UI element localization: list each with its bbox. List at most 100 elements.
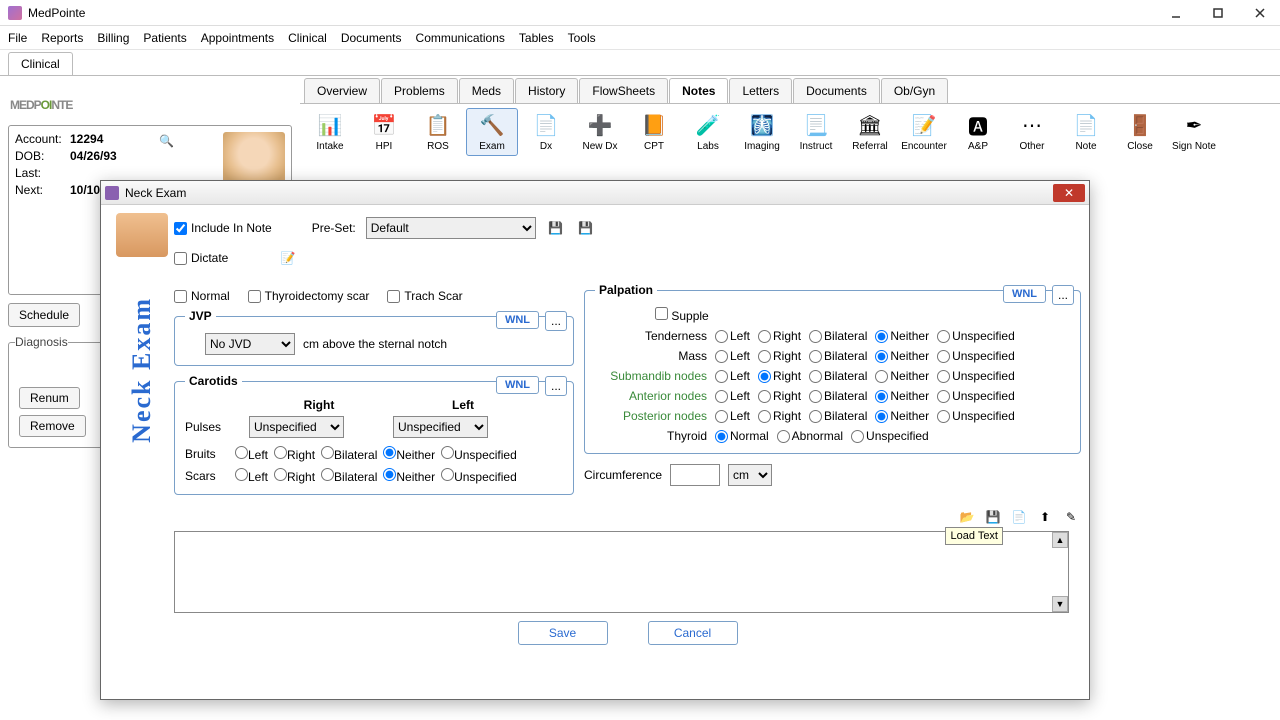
bruits-bilateral[interactable]: Bilateral — [321, 446, 377, 462]
palp-0-left[interactable]: Left — [715, 329, 750, 343]
circumference-input[interactable] — [670, 464, 720, 486]
toolbar-exam[interactable]: 🔨Exam — [466, 108, 518, 156]
include-in-note[interactable]: Include In Note — [174, 221, 272, 235]
remove-button[interactable]: Remove — [19, 415, 86, 437]
scroll-down[interactable]: ▼ — [1052, 596, 1068, 612]
cancel-button[interactable]: Cancel — [648, 621, 738, 645]
schedule-button[interactable]: Schedule — [8, 303, 80, 327]
menu-reports[interactable]: Reports — [41, 31, 83, 45]
toolbar-other[interactable]: ⋯Other — [1006, 108, 1058, 156]
palp-4-left[interactable]: Left — [715, 409, 750, 423]
toolbar-close[interactable]: 🚪Close — [1114, 108, 1166, 156]
palp-4-neither[interactable]: Neither — [875, 409, 929, 423]
new-text-icon[interactable]: 📄 — [1009, 507, 1029, 527]
insert-icon[interactable]: ⬆ — [1035, 507, 1055, 527]
pulses-right-select[interactable]: Unspecified — [249, 416, 344, 438]
bruits-neither[interactable]: Neither — [383, 446, 435, 462]
toolbar-ros[interactable]: 📋ROS — [412, 108, 464, 156]
palpation-dots-button[interactable]: ... — [1052, 285, 1074, 305]
palp-0-bilateral[interactable]: Bilateral — [809, 329, 867, 343]
carotids-wnl-button[interactable]: WNL — [496, 376, 539, 394]
menu-clinical[interactable]: Clinical — [288, 31, 327, 45]
palp-4-bilateral[interactable]: Bilateral — [809, 409, 867, 423]
palp-2-unspecified[interactable]: Unspecified — [937, 369, 1015, 383]
scars-unspecified[interactable]: Unspecified — [441, 468, 517, 484]
renum-button[interactable]: Renum — [19, 387, 80, 409]
scroll-up[interactable]: ▲ — [1052, 532, 1068, 548]
dialog-close[interactable]: ✕ — [1053, 184, 1085, 202]
palp-1-right[interactable]: Right — [758, 349, 801, 363]
edit-icon[interactable]: ✎ — [1061, 507, 1081, 527]
palp-4-unspecified[interactable]: Unspecified — [937, 409, 1015, 423]
menu-tables[interactable]: Tables — [519, 31, 554, 45]
toolbar-dx[interactable]: 📄Dx — [520, 108, 572, 156]
tab-problems[interactable]: Problems — [381, 78, 458, 103]
palp-1-neither[interactable]: Neither — [875, 349, 929, 363]
toolbar-instruct[interactable]: 📃Instruct — [790, 108, 842, 156]
tab-ob/gyn[interactable]: Ob/Gyn — [881, 78, 948, 103]
save-preset-icon[interactable]: 💾 — [546, 218, 566, 238]
palp-3-bilateral[interactable]: Bilateral — [809, 389, 867, 403]
menu-appointments[interactable]: Appointments — [201, 31, 274, 45]
window-maximize[interactable] — [1206, 4, 1230, 22]
toolbar-encounter[interactable]: 📝Encounter — [898, 108, 950, 156]
carotids-dots-button[interactable]: ... — [545, 376, 567, 396]
tab-letters[interactable]: Letters — [729, 78, 792, 103]
palp-1-unspecified[interactable]: Unspecified — [937, 349, 1015, 363]
pulses-left-select[interactable]: Unspecified — [393, 416, 488, 438]
menu-billing[interactable]: Billing — [97, 31, 129, 45]
toolbar-cpt[interactable]: 📙CPT — [628, 108, 680, 156]
thyroid-normal[interactable]: Normal — [715, 429, 769, 443]
thyroid-unspecified[interactable]: Unspecified — [851, 429, 929, 443]
bruits-left[interactable]: Left — [235, 446, 268, 462]
toolbar-note[interactable]: 📄Note — [1060, 108, 1112, 156]
tab-flowsheets[interactable]: FlowSheets — [579, 78, 668, 103]
jvp-wnl-button[interactable]: WNL — [496, 311, 539, 329]
normal-checkbox[interactable]: Normal — [174, 289, 230, 303]
preset-select[interactable]: Default — [366, 217, 536, 239]
palp-2-bilateral[interactable]: Bilateral — [809, 369, 867, 383]
palpation-wnl-button[interactable]: WNL — [1003, 285, 1046, 303]
save-preset-alt-icon[interactable]: 💾 — [576, 218, 596, 238]
menu-documents[interactable]: Documents — [341, 31, 402, 45]
tab-overview[interactable]: Overview — [304, 78, 380, 103]
toolbar-newdx[interactable]: ➕New Dx — [574, 108, 626, 156]
circumference-unit[interactable]: cm — [728, 464, 772, 486]
scars-right[interactable]: Right — [274, 468, 315, 484]
supple-checkbox[interactable]: Supple — [655, 309, 709, 323]
search-icon[interactable]: 🔍 — [159, 134, 174, 148]
trach-checkbox[interactable]: Trach Scar — [387, 289, 462, 303]
palp-3-left[interactable]: Left — [715, 389, 750, 403]
save-text-icon[interactable]: 💾 — [983, 507, 1003, 527]
tab-history[interactable]: History — [515, 78, 578, 103]
menu-tools[interactable]: Tools — [568, 31, 596, 45]
tab-clinical[interactable]: Clinical — [8, 52, 73, 75]
window-close[interactable] — [1248, 4, 1272, 22]
palp-2-left[interactable]: Left — [715, 369, 750, 383]
thyroid-abnormal[interactable]: Abnormal — [777, 429, 843, 443]
menu-patients[interactable]: Patients — [143, 31, 186, 45]
menu-file[interactable]: File — [8, 31, 27, 45]
toolbar-labs[interactable]: 🧪Labs — [682, 108, 734, 156]
bruits-right[interactable]: Right — [274, 446, 315, 462]
tab-notes[interactable]: Notes — [669, 78, 728, 103]
palp-3-right[interactable]: Right — [758, 389, 801, 403]
menu-communications[interactable]: Communications — [416, 31, 505, 45]
palp-0-neither[interactable]: Neither — [875, 329, 929, 343]
toolbar-intake[interactable]: 📊Intake — [304, 108, 356, 156]
palp-1-left[interactable]: Left — [715, 349, 750, 363]
notes-textarea[interactable]: ▲ ▼ — [174, 531, 1069, 613]
thyroidectomy-checkbox[interactable]: Thyroidectomy scar — [248, 289, 370, 303]
palp-4-right[interactable]: Right — [758, 409, 801, 423]
load-text-icon[interactable]: 📂 — [957, 507, 977, 527]
scars-bilateral[interactable]: Bilateral — [321, 468, 377, 484]
toolbar-ap[interactable]: 🅰A&P — [952, 108, 1004, 156]
tab-meds[interactable]: Meds — [459, 78, 514, 103]
toolbar-hpi[interactable]: 📅HPI — [358, 108, 410, 156]
toolbar-imaging[interactable]: 🩻Imaging — [736, 108, 788, 156]
dictate-checkbox[interactable]: Dictate — [174, 251, 228, 265]
palp-3-neither[interactable]: Neither — [875, 389, 929, 403]
jvp-select[interactable]: No JVD — [205, 333, 295, 355]
toolbar-referral[interactable]: 🏛Referral — [844, 108, 896, 156]
window-minimize[interactable] — [1164, 4, 1188, 22]
